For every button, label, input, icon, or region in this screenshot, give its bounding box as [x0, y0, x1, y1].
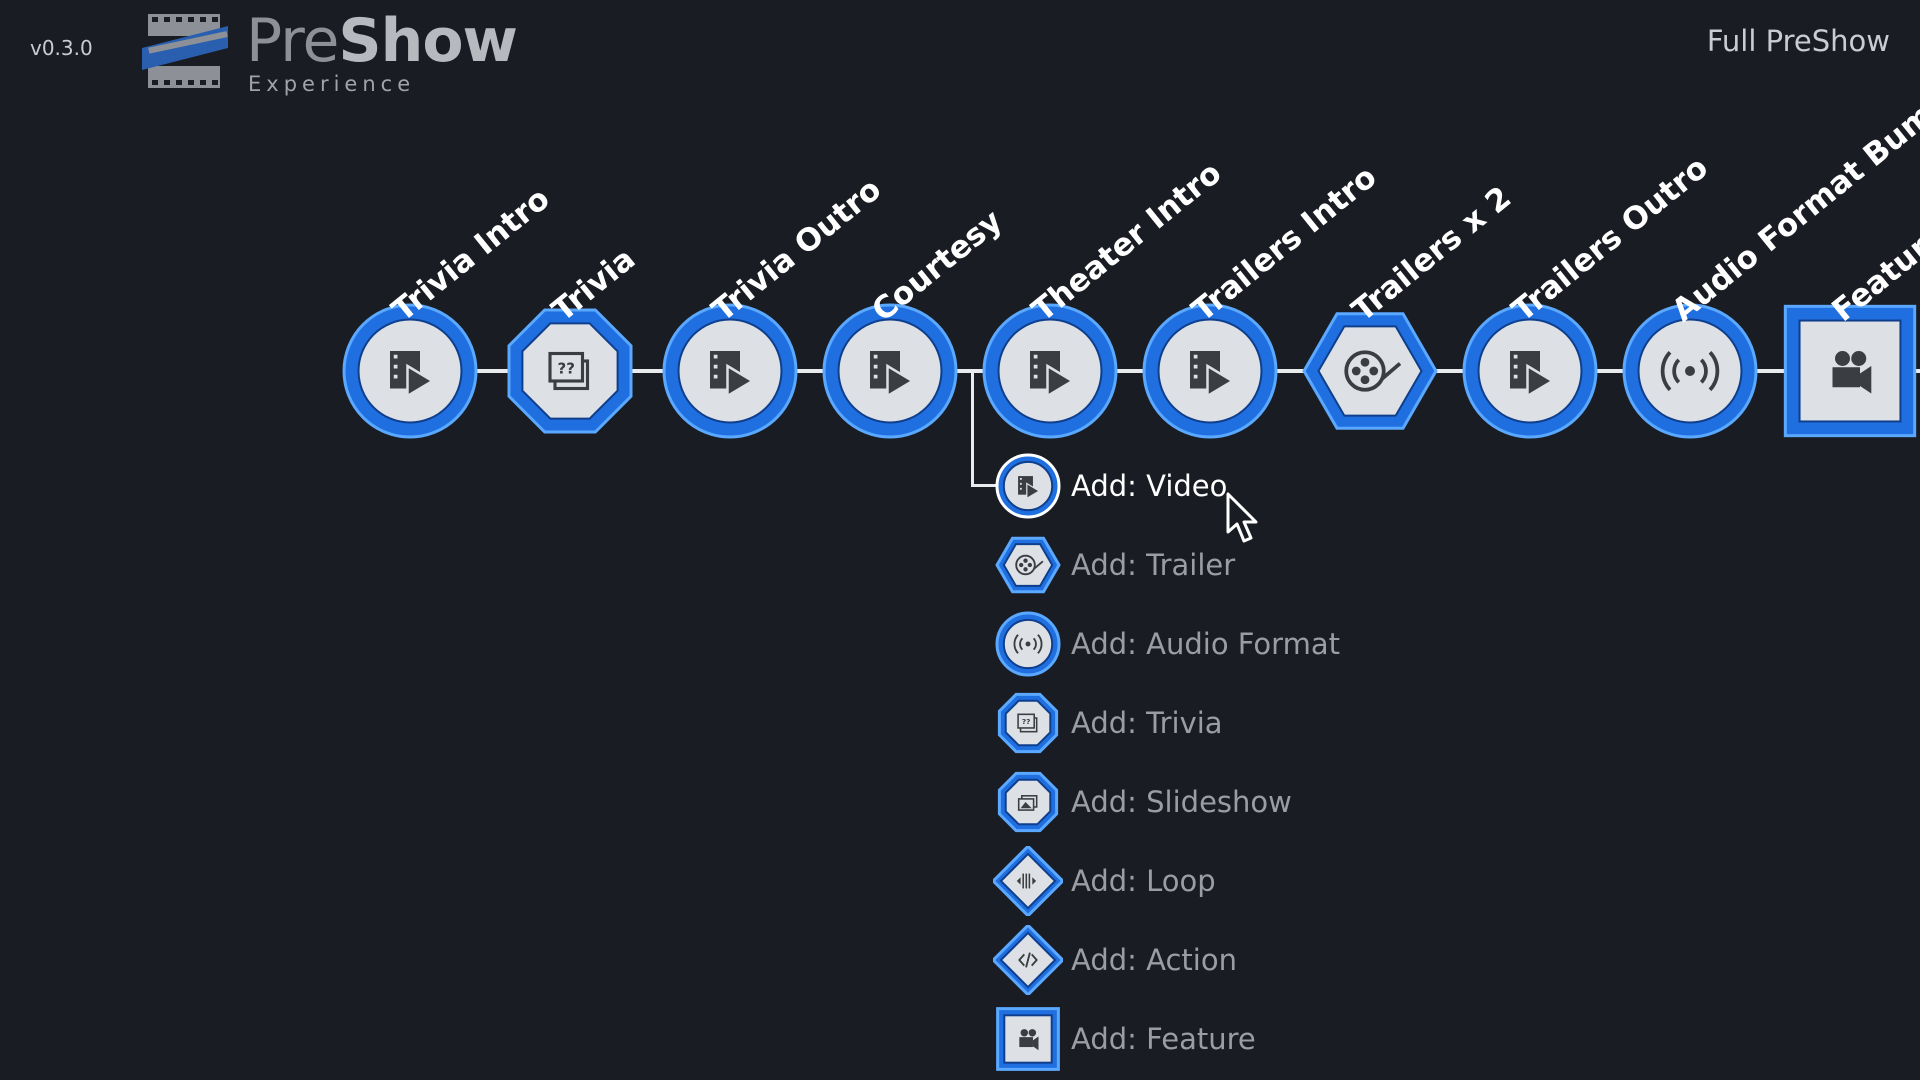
- timeline-item-courtesy[interactable]: Courtesy: [820, 203, 1009, 441]
- loop-icon: [993, 846, 1063, 916]
- menu-item-label: Add: Video: [1071, 469, 1228, 503]
- svg-text:??: ??: [1022, 717, 1031, 726]
- menu-item-label: Add: Loop: [1071, 864, 1216, 898]
- menu-item-label: Add: Trivia: [1071, 706, 1223, 740]
- mouse-cursor-icon: [1226, 492, 1258, 543]
- menu-item-label: Add: Feature: [1071, 1022, 1256, 1056]
- logo-wordmark: PreShow: [246, 6, 518, 76]
- film-reel-icon: [995, 536, 1061, 594]
- slideshow-icon: [997, 771, 1059, 833]
- timeline-item-trivia[interactable]: ?? Trivia: [500, 241, 642, 441]
- preshow-logo: PreShow Experience: [140, 6, 520, 98]
- timeline-item-audio-format-bumper[interactable]: Audio Format Bumper: [1620, 60, 1920, 441]
- menu-item-add-audio-format[interactable]: Add: Audio Format: [993, 609, 1493, 679]
- film-strip-logo-icon: [142, 14, 228, 88]
- menu-item-add-feature[interactable]: Add: Feature: [993, 1004, 1493, 1074]
- timeline-item-trailers-intro[interactable]: Trailers Intro: [1140, 159, 1383, 441]
- timeline-item-trailers-outro[interactable]: Trailers Outro: [1460, 150, 1715, 441]
- menu-item-label: Add: Slideshow: [1071, 785, 1292, 819]
- timeline-item-theater-intro[interactable]: Theater Intro: [980, 155, 1228, 441]
- timeline-item-trivia-intro[interactable]: Trivia Intro: [340, 181, 557, 441]
- add-branch-connector-vertical: [971, 371, 974, 487]
- menu-item-add-action[interactable]: Add: Action: [993, 925, 1493, 995]
- movie-camera-icon: [996, 1007, 1060, 1071]
- logo-subtitle: Experience: [248, 72, 416, 96]
- menu-item-add-slideshow[interactable]: Add: Slideshow: [993, 767, 1493, 837]
- menu-item-add-loop[interactable]: Add: Loop: [993, 846, 1493, 916]
- menu-item-label: Add: Audio Format: [1071, 627, 1340, 661]
- version-label: v0.3.0: [30, 36, 93, 60]
- action-code-icon: [993, 925, 1063, 995]
- menu-item-label: Add: Action: [1071, 943, 1237, 977]
- menu-item-label: Add: Trailer: [1071, 548, 1236, 582]
- timeline-item-trailers-x-2[interactable]: Trailers x 2: [1300, 179, 1518, 441]
- svg-text:??: ??: [558, 360, 575, 378]
- sequence-title: Full PreShow: [1706, 24, 1890, 58]
- trivia-icon: ??: [997, 692, 1059, 754]
- menu-item-add-trivia[interactable]: ?? Add: Trivia: [993, 688, 1493, 758]
- timeline-item-trivia-outro[interactable]: Trivia Outro: [660, 171, 888, 441]
- audio-format-icon: [995, 611, 1061, 677]
- timeline-item-feature[interactable]: Feature: [1780, 216, 1920, 441]
- video-icon: [995, 453, 1061, 519]
